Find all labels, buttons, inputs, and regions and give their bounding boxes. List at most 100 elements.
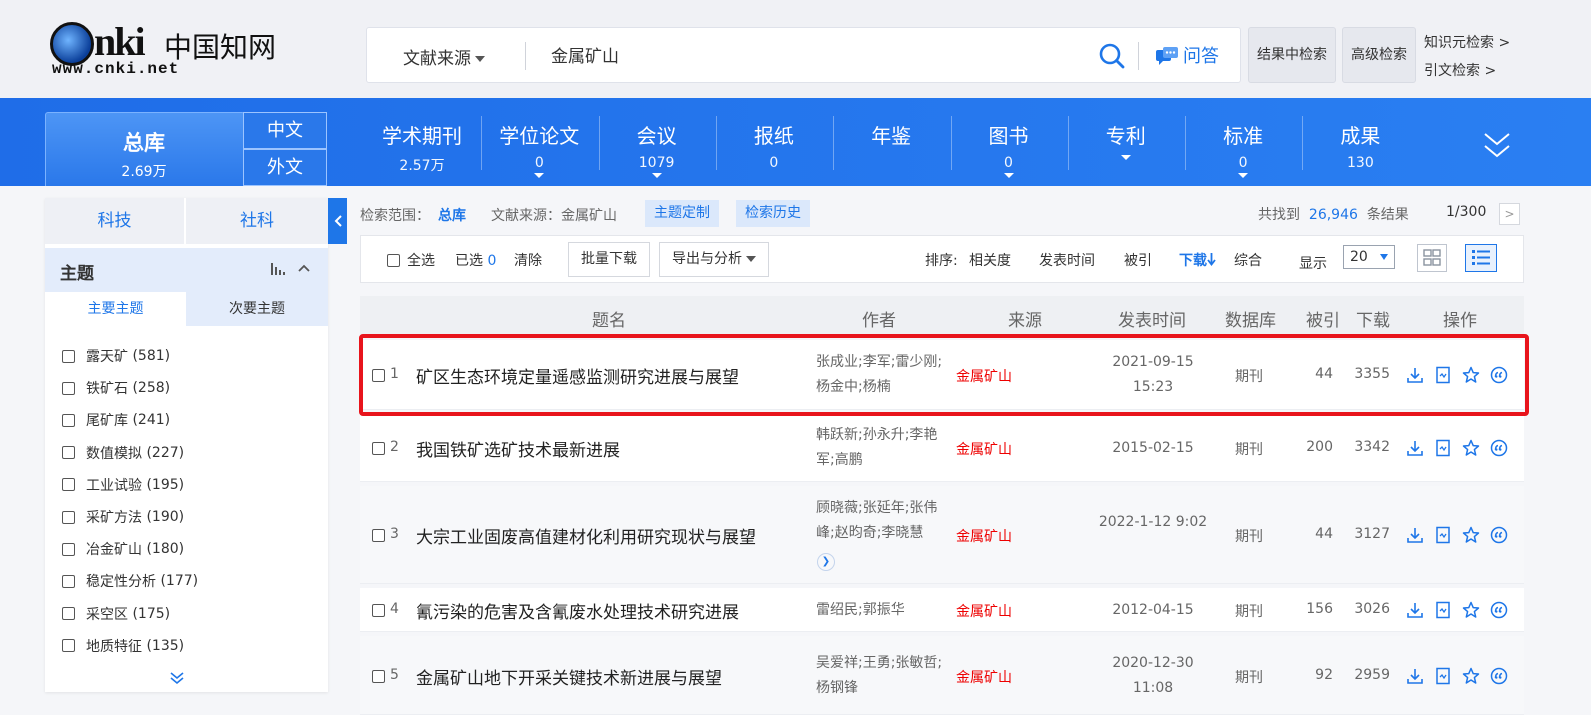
grid-view-button[interactable] bbox=[1417, 244, 1447, 272]
chart-bars-icon[interactable] bbox=[270, 262, 286, 276]
html-read-icon[interactable] bbox=[1434, 667, 1452, 685]
caret-down-icon[interactable] bbox=[1238, 173, 1249, 178]
quote-icon[interactable] bbox=[1490, 439, 1508, 457]
topic-filter-item[interactable]: 采矿方法 (190) bbox=[62, 501, 322, 533]
html-read-icon[interactable] bbox=[1434, 601, 1452, 619]
tab-primary-topics[interactable]: 主要主题 bbox=[45, 292, 186, 326]
result-authors[interactable]: 张成业;李军;雷少刚;杨金中;杨楠 bbox=[816, 350, 948, 400]
page-size-select[interactable]: 20 bbox=[1343, 245, 1395, 269]
quote-icon[interactable] bbox=[1490, 601, 1508, 619]
select-all-checkbox[interactable] bbox=[387, 253, 400, 267]
star-icon[interactable] bbox=[1462, 366, 1480, 384]
result-source-link[interactable]: 金属矿山 bbox=[956, 601, 1012, 621]
row-checkbox[interactable] bbox=[372, 669, 385, 683]
clear-button[interactable]: 清除 bbox=[514, 250, 542, 270]
row-checkbox[interactable] bbox=[372, 369, 385, 382]
result-title-link[interactable]: 大宗工业固废高值建材化利用研究现状与展望 bbox=[416, 523, 756, 548]
result-title-link[interactable]: 金属矿山地下开采关键技术新进展与展望 bbox=[416, 664, 722, 689]
caret-down-icon[interactable] bbox=[651, 173, 662, 178]
batch-download-button[interactable]: 批量下载 bbox=[568, 242, 650, 277]
html-read-icon[interactable] bbox=[1434, 526, 1452, 544]
result-title-link[interactable]: 氰污染的危害及含氰废水处理技术研究进展 bbox=[416, 598, 739, 623]
result-source-link[interactable]: 金属矿山 bbox=[956, 526, 1012, 546]
html-read-icon[interactable] bbox=[1434, 366, 1452, 384]
quote-icon[interactable] bbox=[1490, 526, 1508, 544]
topic-filter-item[interactable]: 稳定性分析 (177) bbox=[62, 565, 322, 597]
topic-checkbox[interactable] bbox=[62, 413, 75, 427]
sort-download[interactable]: 下载 bbox=[1179, 250, 1216, 270]
tab-db-1[interactable]: 学位论文 0 bbox=[481, 120, 597, 178]
select-all[interactable]: 全选 bbox=[387, 250, 435, 270]
download-icon[interactable] bbox=[1406, 667, 1424, 685]
tab-db-7[interactable]: 标准 0 bbox=[1185, 120, 1301, 178]
list-view-button[interactable] bbox=[1465, 244, 1497, 272]
star-icon[interactable] bbox=[1462, 667, 1480, 685]
topic-filter-item[interactable]: 铁矿石 (258) bbox=[62, 372, 322, 404]
lang-chinese-button[interactable]: 中文 bbox=[243, 112, 327, 149]
search-input[interactable] bbox=[551, 44, 1051, 64]
expand-chevron-icon[interactable] bbox=[1482, 128, 1512, 162]
expand-more-icon[interactable] bbox=[169, 670, 185, 686]
next-page-button[interactable]: > bbox=[1499, 203, 1520, 225]
topic-filter-item[interactable]: 采空区 (175) bbox=[62, 598, 322, 630]
tab-db-5[interactable]: 图书 0 bbox=[951, 120, 1067, 178]
sort-relevance[interactable]: 相关度 bbox=[969, 250, 1011, 270]
quote-icon[interactable] bbox=[1490, 366, 1508, 384]
result-source-link[interactable]: 金属矿山 bbox=[956, 439, 1012, 459]
topic-customize-button[interactable]: 主题定制 bbox=[645, 200, 719, 227]
tab-db-3[interactable]: 报纸 0 bbox=[716, 120, 832, 171]
advanced-search-button[interactable]: 高级检索 bbox=[1342, 27, 1416, 83]
sidebar-collapse-button[interactable] bbox=[328, 198, 347, 244]
topic-filter-item[interactable]: 尾矿库 (241) bbox=[62, 404, 322, 436]
source-type-dropdown[interactable]: 文献来源 bbox=[403, 44, 485, 69]
html-read-icon[interactable] bbox=[1434, 439, 1452, 457]
result-cited[interactable]: 44 bbox=[1295, 526, 1333, 542]
row-checkbox[interactable] bbox=[372, 604, 385, 617]
quote-icon[interactable] bbox=[1490, 667, 1508, 685]
topic-filter-item[interactable]: 地质特征 (135) bbox=[62, 630, 322, 662]
star-icon[interactable] bbox=[1462, 439, 1480, 457]
topic-filter-item[interactable]: 工业试验 (195) bbox=[62, 469, 322, 501]
export-analysis-dropdown[interactable]: 导出与分析 bbox=[659, 242, 769, 277]
lang-foreign-button[interactable]: 外文 bbox=[243, 149, 327, 186]
tab-db-8[interactable]: 成果 130 bbox=[1302, 120, 1418, 171]
sort-cited[interactable]: 被引 bbox=[1124, 250, 1152, 270]
search-in-results-button[interactable]: 结果中检索 bbox=[1248, 27, 1336, 83]
topic-filter-item[interactable]: 数值模拟 (227) bbox=[62, 437, 322, 469]
topic-checkbox[interactable] bbox=[62, 542, 75, 556]
result-cited[interactable]: 200 bbox=[1295, 439, 1333, 455]
tab-secondary-topics[interactable]: 次要主题 bbox=[186, 292, 328, 326]
download-icon[interactable] bbox=[1406, 366, 1424, 384]
tab-db-2[interactable]: 会议 1079 bbox=[599, 120, 715, 178]
topic-checkbox[interactable] bbox=[62, 639, 75, 653]
row-checkbox[interactable] bbox=[372, 529, 385, 542]
topic-checkbox[interactable] bbox=[62, 446, 75, 460]
result-authors[interactable]: 雷绍民;郭振华 bbox=[816, 598, 948, 623]
topic-checkbox[interactable] bbox=[62, 349, 75, 363]
cnki-logo[interactable]: nki 中国知网 www.cnki.net bbox=[50, 18, 280, 80]
tab-db-6[interactable]: 专利 bbox=[1068, 120, 1184, 160]
topic-checkbox[interactable] bbox=[62, 607, 75, 621]
result-title-link[interactable]: 我国铁矿选矿技术最新进展 bbox=[416, 436, 620, 461]
search-history-button[interactable]: 检索历史 bbox=[736, 200, 810, 227]
more-authors-chevron-icon[interactable]: ❯ bbox=[817, 553, 835, 571]
result-title-link[interactable]: 矿区生态环境定量遥感监测研究进展与展望 bbox=[416, 363, 739, 388]
result-cited[interactable]: 44 bbox=[1295, 366, 1333, 382]
star-icon[interactable] bbox=[1462, 601, 1480, 619]
topic-checkbox[interactable] bbox=[62, 381, 75, 395]
result-cited[interactable]: 92 bbox=[1295, 667, 1333, 683]
tab-total-library[interactable]: 总库 2.69万 bbox=[45, 112, 245, 186]
tab-social-science[interactable]: 社科 bbox=[186, 198, 328, 244]
tab-db-0[interactable]: 学术期刊 2.57万 bbox=[364, 120, 480, 175]
topic-checkbox[interactable] bbox=[62, 478, 75, 492]
topic-checkbox[interactable] bbox=[62, 574, 75, 588]
search-icon[interactable] bbox=[1098, 42, 1126, 70]
result-authors[interactable]: 顾晓薇;张延年;张伟峰;赵昀奇;李晓慧 bbox=[816, 496, 948, 546]
topic-filter-item[interactable]: 露天矿 (581) bbox=[62, 340, 322, 372]
download-icon[interactable] bbox=[1406, 601, 1424, 619]
result-cited[interactable]: 156 bbox=[1295, 601, 1333, 617]
row-checkbox[interactable] bbox=[372, 442, 385, 455]
chevron-up-icon[interactable] bbox=[297, 262, 311, 274]
scope-range-value[interactable]: 总库 bbox=[438, 205, 466, 225]
download-icon[interactable] bbox=[1406, 439, 1424, 457]
